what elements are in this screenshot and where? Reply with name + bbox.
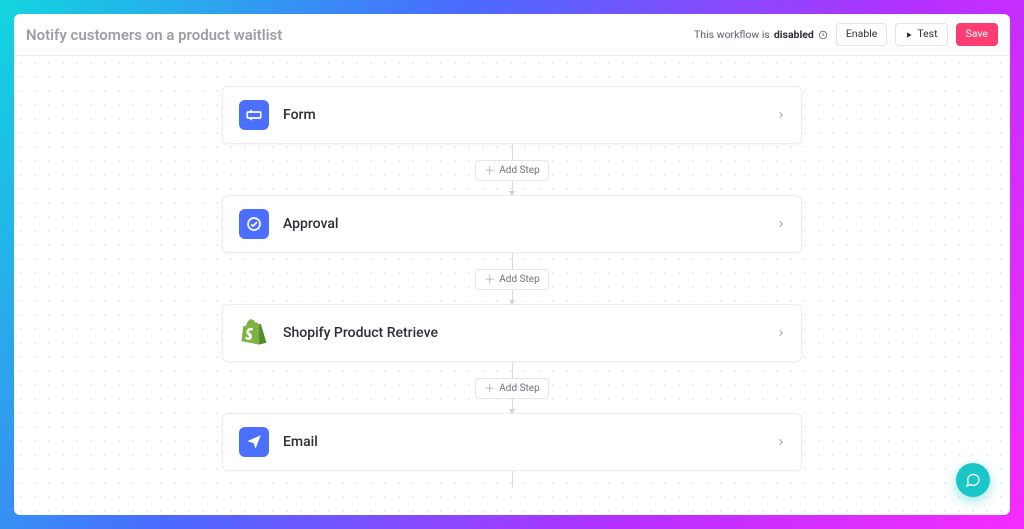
test-button-label: Test (917, 29, 937, 40)
help-chat-button[interactable] (956, 463, 990, 497)
clock-icon (818, 30, 828, 40)
workflow-status: This workflow is disabled (694, 28, 828, 41)
connector-arrow (512, 399, 513, 413)
step-card-approval[interactable]: Approval (222, 195, 802, 253)
chat-bubble-icon (965, 472, 981, 488)
status-value: disabled (774, 28, 814, 41)
chevron-right-icon (777, 109, 785, 121)
plus-icon: ＋ (484, 274, 495, 285)
workflow-flow: Form ＋ Add Step Approval ＋ Add Step (222, 86, 802, 487)
editor-header: Notify customers on a product waitlist T… (14, 14, 1010, 56)
connector (512, 362, 513, 378)
workflow-title: Notify customers on a product waitlist (26, 26, 282, 44)
add-step-button[interactable]: ＋ Add Step (475, 378, 548, 399)
plus-icon: ＋ (484, 383, 495, 394)
connector (512, 471, 513, 487)
chevron-right-icon (777, 218, 785, 230)
save-button[interactable]: Save (956, 23, 998, 46)
header-actions: This workflow is disabled Enable Test Sa… (694, 23, 998, 46)
add-step-label: Add Step (499, 384, 539, 394)
email-icon (239, 427, 269, 457)
chevron-right-icon (777, 436, 785, 448)
step-label: Email (283, 434, 763, 450)
approval-icon (239, 209, 269, 239)
enable-button[interactable]: Enable (836, 23, 888, 46)
step-card-email[interactable]: Email (222, 413, 802, 471)
connector-arrow (512, 181, 513, 195)
step-card-shopify[interactable]: Shopify Product Retrieve (222, 304, 802, 362)
workflow-editor: Notify customers on a product waitlist T… (14, 14, 1010, 515)
connector (512, 144, 513, 160)
step-label: Form (283, 107, 763, 123)
connector (512, 253, 513, 269)
chevron-right-icon (777, 327, 785, 339)
step-card-form[interactable]: Form (222, 86, 802, 144)
shopify-icon (239, 318, 269, 348)
step-label: Shopify Product Retrieve (283, 325, 763, 341)
add-step-button[interactable]: ＋ Add Step (475, 269, 548, 290)
test-button[interactable]: Test (895, 23, 947, 46)
connector-arrow (512, 290, 513, 304)
add-step-label: Add Step (499, 275, 539, 285)
form-icon (239, 100, 269, 130)
workflow-canvas[interactable]: Form ＋ Add Step Approval ＋ Add Step (14, 56, 1010, 515)
add-step-button[interactable]: ＋ Add Step (475, 160, 548, 181)
add-step-label: Add Step (499, 166, 539, 176)
step-label: Approval (283, 216, 763, 232)
status-prefix: This workflow is (694, 28, 770, 41)
plus-icon: ＋ (484, 165, 495, 176)
play-icon (905, 31, 913, 39)
